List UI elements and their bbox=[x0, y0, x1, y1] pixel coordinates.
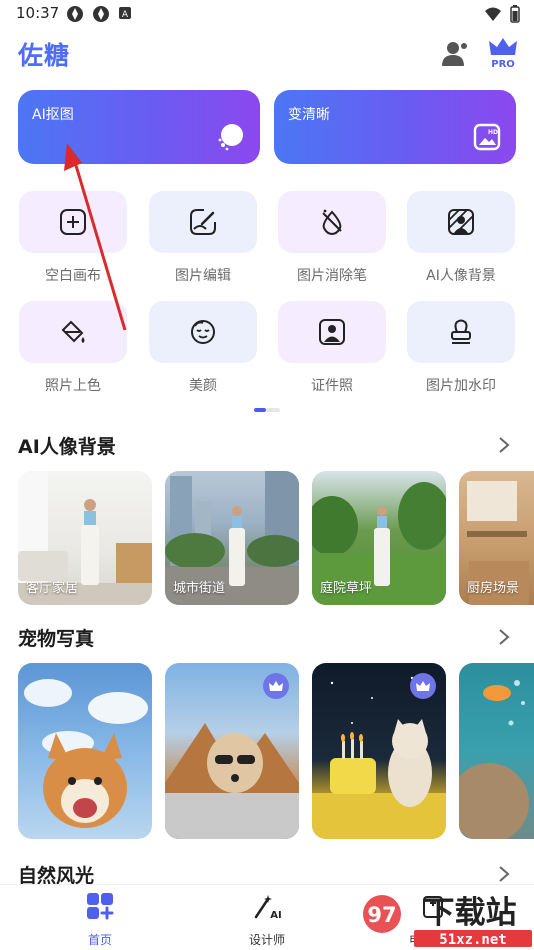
svg-text:HD: HD bbox=[488, 129, 498, 136]
hero-card-ai-cutout[interactable]: AI抠图 bbox=[18, 90, 260, 164]
cutout-icon bbox=[218, 124, 243, 151]
face-beauty-icon bbox=[191, 320, 215, 344]
tool-label: 图片消除笔 bbox=[297, 268, 367, 284]
nav-home[interactable]: 首页 bbox=[55, 891, 145, 948]
home-grid-icon bbox=[87, 893, 114, 920]
wifi-icon bbox=[485, 7, 501, 21]
card-garden-lawn[interactable]: 庭院草坪 bbox=[312, 471, 446, 605]
tool-label: 图片加水印 bbox=[426, 378, 496, 394]
user-profile-icon bbox=[442, 42, 467, 66]
crown-icon bbox=[416, 681, 430, 691]
page-indicator-active bbox=[254, 408, 266, 412]
paint-bucket-icon bbox=[61, 320, 85, 343]
tool-label: 美颜 bbox=[189, 378, 217, 394]
card-pet-cat-cake[interactable] bbox=[312, 663, 446, 839]
nav-label: 设计师 bbox=[248, 933, 285, 947]
status-time: 10:37 bbox=[16, 4, 60, 22]
cat-fish-image bbox=[459, 680, 529, 839]
edit-image-icon bbox=[190, 209, 216, 235]
tool-beauty[interactable]: 美颜 bbox=[149, 301, 257, 395]
notification-letter-icon: A bbox=[119, 7, 131, 20]
card-pet-cat-fish[interactable] bbox=[459, 663, 534, 839]
card-caption: 客厅家居 bbox=[26, 581, 79, 596]
tool-ai-portrait-bg[interactable]: AI人像背景 bbox=[407, 191, 515, 285]
tool-id-photo[interactable]: 证件照 bbox=[278, 301, 386, 395]
tool-icon-box bbox=[149, 301, 257, 363]
site-watermark: 97 下载站 51xz.net bbox=[358, 888, 534, 950]
svg-text:A: A bbox=[122, 10, 129, 20]
portrait-background-icon bbox=[448, 209, 474, 235]
section-title-portrait-bg: AI人像背景 bbox=[18, 436, 116, 458]
stamp-icon bbox=[451, 319, 471, 344]
page-indicator-inactive bbox=[266, 408, 280, 412]
chevron-right-icon[interactable] bbox=[496, 628, 512, 646]
card-living-room[interactable]: 客厅家居 bbox=[18, 471, 152, 605]
tool-icon-box bbox=[407, 191, 515, 253]
svg-text:下载站: 下载站 bbox=[424, 895, 517, 931]
tool-colorize[interactable]: 照片上色 bbox=[19, 301, 127, 395]
tool-label: 图片编辑 bbox=[175, 268, 231, 284]
status-bar: 10:37 A bbox=[0, 0, 534, 28]
card-caption: 城市街道 bbox=[173, 581, 226, 596]
tool-icon-box bbox=[407, 301, 515, 363]
tool-icon-box bbox=[149, 191, 257, 253]
notification-icons: A bbox=[66, 5, 132, 23]
tool-icon-box bbox=[278, 301, 386, 363]
chevron-right-icon[interactable] bbox=[496, 865, 512, 883]
tool-eraser[interactable]: 图片消除笔 bbox=[278, 191, 386, 285]
card-city-street[interactable]: 城市街道 bbox=[165, 471, 299, 605]
hero-card-label: AI抠图 bbox=[32, 107, 74, 123]
tool-icon-box bbox=[278, 191, 386, 253]
section-title-pet-photos: 宠物写真 bbox=[18, 628, 95, 650]
id-photo-icon bbox=[319, 319, 345, 345]
hero-card-enhance[interactable]: 变清晰 HD bbox=[274, 90, 516, 164]
tool-label: 证件照 bbox=[311, 378, 353, 394]
premium-badge bbox=[263, 673, 289, 699]
notification-app-icon bbox=[67, 6, 83, 22]
corgi-image bbox=[24, 679, 148, 828]
hd-image-icon: HD bbox=[473, 123, 501, 151]
card-kitchen[interactable]: 厨房场景 bbox=[459, 471, 534, 605]
page-indicator bbox=[254, 408, 280, 412]
tool-label: 空白画布 bbox=[45, 268, 101, 284]
svg-text:51xz.net: 51xz.net bbox=[439, 932, 506, 948]
nav-designer[interactable]: AI 设计师 bbox=[222, 891, 312, 948]
tool-icon-box bbox=[19, 191, 127, 253]
app-header: 佐糖 PRO bbox=[0, 28, 534, 80]
pro-label: PRO bbox=[491, 59, 515, 70]
app-title: 佐糖 bbox=[18, 41, 71, 70]
card-caption: 庭院草坪 bbox=[320, 581, 373, 596]
svg-text:AI: AI bbox=[270, 910, 281, 921]
chevron-right-icon[interactable] bbox=[496, 436, 512, 454]
eraser-drop-icon bbox=[322, 209, 342, 236]
notification-app-icon bbox=[93, 6, 109, 22]
card-caption: 厨房场景 bbox=[467, 581, 520, 596]
nav-label: 首页 bbox=[87, 933, 112, 947]
battery-icon bbox=[510, 5, 520, 23]
tool-label: AI人像背景 bbox=[426, 268, 496, 284]
ai-design-icon: AI bbox=[254, 895, 282, 921]
crown-icon bbox=[489, 38, 517, 55]
card-pet-corgi[interactable] bbox=[18, 663, 152, 839]
crown-icon bbox=[269, 681, 283, 691]
tool-image-edit[interactable]: 图片编辑 bbox=[149, 191, 257, 285]
watermark-logo: 97 下载站 51xz.net bbox=[363, 895, 532, 948]
tool-icon-box bbox=[19, 301, 127, 363]
svg-text:97: 97 bbox=[367, 903, 396, 927]
hero-card-label: 变清晰 bbox=[288, 107, 330, 123]
card-pet-dog-sunglasses[interactable] bbox=[165, 663, 299, 839]
plus-square-icon bbox=[60, 209, 86, 235]
tool-blank-canvas[interactable]: 空白画布 bbox=[19, 191, 127, 285]
premium-badge bbox=[410, 673, 436, 699]
system-icons bbox=[484, 5, 520, 23]
tool-label: 照片上色 bbox=[45, 378, 101, 394]
profile-button[interactable] bbox=[440, 38, 470, 68]
tool-watermark[interactable]: 图片加水印 bbox=[407, 301, 515, 395]
pro-membership-button[interactable]: PRO bbox=[486, 36, 520, 70]
